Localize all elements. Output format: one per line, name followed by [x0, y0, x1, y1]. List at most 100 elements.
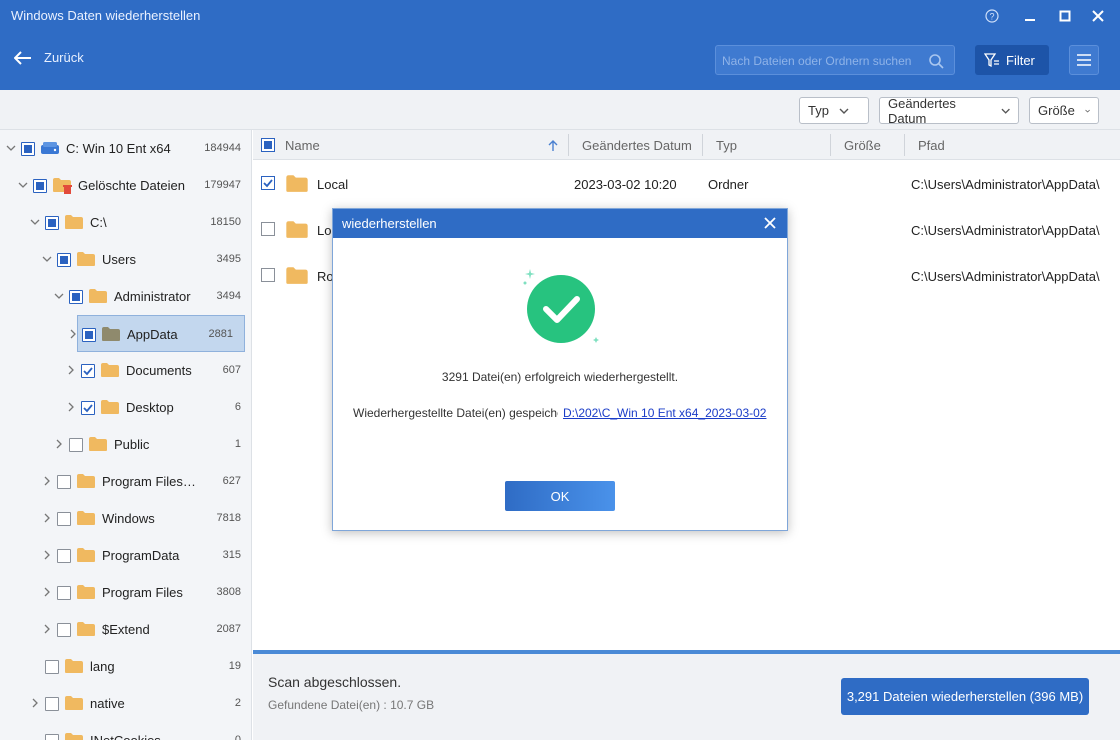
tree-item[interactable]: Windows 7818: [0, 500, 251, 537]
menu-button[interactable]: [1069, 45, 1099, 75]
type-filter-label: Typ: [808, 103, 829, 118]
title-bar: Windows Daten wiederherstellen ?: [0, 0, 1120, 32]
tree-item[interactable]: $Extend 2087: [0, 611, 251, 648]
chevron-down-icon[interactable]: [18, 180, 28, 190]
tree-checkbox[interactable]: [45, 216, 59, 230]
column-name[interactable]: Name: [285, 138, 320, 153]
column-size[interactable]: Größe: [844, 138, 881, 153]
recovered-path-link[interactable]: D:\202\C_Win 10 Ent x64_2023-03-02: [563, 406, 767, 420]
column-divider: [568, 134, 569, 156]
tree-checkbox[interactable]: [21, 142, 35, 156]
tree-checkbox[interactable]: [82, 328, 96, 342]
tree-item[interactable]: Documents 607: [0, 352, 251, 389]
folder-icon: [64, 214, 84, 230]
tree-item-count: 1: [234, 438, 241, 450]
close-window-icon[interactable]: [1088, 6, 1108, 26]
dialog-message: 3291 Datei(en) erfolgreich wiederhergest…: [441, 370, 679, 384]
chevron-right-icon[interactable]: [42, 476, 52, 486]
chevron-right-icon[interactable]: [66, 365, 76, 375]
tree-checkbox[interactable]: [57, 512, 71, 526]
date-filter-dropdown[interactable]: Geändertes Datum: [879, 96, 1019, 126]
column-date[interactable]: Geändertes Datum: [582, 138, 692, 153]
folder-icon: [88, 436, 108, 452]
ok-button[interactable]: OK: [505, 481, 615, 511]
tree-checkbox[interactable]: [57, 623, 71, 637]
sort-ascending-icon[interactable]: [548, 140, 558, 152]
chevron-down-icon[interactable]: [6, 143, 16, 153]
chevron-right-icon[interactable]: [42, 513, 52, 523]
filter-toolbar: Typ Geändertes Datum Größe: [0, 90, 1120, 130]
type-filter-dropdown[interactable]: Typ: [799, 97, 869, 124]
tree-item[interactable]: C:\ 18150: [0, 204, 251, 241]
tree-checkbox[interactable]: [45, 734, 59, 740]
chevron-down-icon[interactable]: [54, 291, 64, 301]
filter-button[interactable]: Filter: [975, 45, 1049, 75]
chevron-right-icon[interactable]: [66, 402, 76, 412]
folder-icon: [286, 267, 308, 284]
chevron-down-icon[interactable]: [30, 217, 40, 227]
help-icon[interactable]: ?: [982, 6, 1002, 26]
dialog-title: wiederherstellen: [342, 216, 437, 231]
size-filter-label: Größe: [1038, 103, 1075, 118]
tree-item[interactable]: C: Win 10 Ent x64 184944: [0, 130, 251, 167]
column-path[interactable]: Pfad: [918, 138, 945, 153]
tree-checkbox[interactable]: [45, 660, 59, 674]
chevron-right-icon[interactable]: [54, 439, 64, 449]
tree-checkbox[interactable]: [81, 364, 95, 378]
tree-item[interactable]: Administrator 3494: [0, 278, 251, 315]
minimize-icon[interactable]: [1020, 6, 1040, 26]
search-icon[interactable]: [928, 53, 944, 72]
chevron-right-icon[interactable]: [30, 698, 40, 708]
chevron-right-icon[interactable]: [42, 624, 52, 634]
chevron-right-icon[interactable]: [42, 587, 52, 597]
tree-checkbox[interactable]: [81, 401, 95, 415]
search-input[interactable]: [722, 52, 922, 70]
file-type: Ordner: [708, 177, 749, 192]
tree-item[interactable]: AppData 2881: [70, 315, 245, 352]
tree-checkbox[interactable]: [57, 475, 71, 489]
tree-checkbox[interactable]: [69, 438, 83, 452]
found-size: Gefundene Datei(en) : 10.7 GB: [268, 698, 435, 712]
row-checkbox[interactable]: [261, 222, 275, 236]
tree-checkbox[interactable]: [57, 253, 71, 267]
tree-item-label: AppData: [127, 327, 178, 342]
tree-item-label: lang: [90, 659, 115, 674]
status-footer: Scan abgeschlossen. Gefundene Datei(en) …: [253, 650, 1120, 740]
column-type[interactable]: Typ: [716, 138, 737, 153]
select-all-checkbox[interactable]: [261, 138, 275, 152]
tree-item-count: 18150: [210, 216, 241, 228]
tree-checkbox[interactable]: [57, 586, 71, 600]
tree-checkbox[interactable]: [33, 179, 47, 193]
tree-checkbox[interactable]: [69, 290, 83, 304]
tree-item-label: C:\: [90, 215, 107, 230]
tree-checkbox[interactable]: [45, 697, 59, 711]
tree-item[interactable]: ProgramData 315: [0, 537, 251, 574]
tree-item-count: 2881: [208, 328, 233, 340]
chevron-down-icon[interactable]: [42, 254, 52, 264]
tree-item[interactable]: Program Files… 627: [0, 463, 251, 500]
file-row[interactable]: Local 2023-03-02 10:20 Ordner C:\Users\Admi…: [253, 160, 1120, 206]
tree-item[interactable]: lang 19: [0, 648, 251, 685]
filter-icon: [984, 53, 999, 68]
chevron-right-icon[interactable]: [42, 550, 52, 560]
tree-item[interactable]: INetCookies 0: [0, 722, 251, 740]
success-check-icon: [523, 269, 599, 343]
tree-item[interactable]: Desktop 6: [0, 389, 251, 426]
tree-item-label: Administrator: [114, 289, 191, 304]
tree-checkbox[interactable]: [57, 549, 71, 563]
recover-files-button[interactable]: 3,291 Dateien wiederherstellen (396 MB): [841, 678, 1089, 715]
search-box: [715, 45, 955, 75]
back-button[interactable]: Zurück: [14, 50, 84, 65]
size-filter-dropdown[interactable]: Größe: [1029, 97, 1099, 124]
tree-item[interactable]: Public 1: [0, 426, 251, 463]
folder-icon: [76, 621, 96, 637]
maximize-icon[interactable]: [1055, 6, 1075, 26]
chevron-right-icon[interactable]: [68, 329, 78, 339]
row-checkbox[interactable]: [261, 268, 275, 282]
tree-item[interactable]: Gelöschte Dateien 179947: [0, 167, 251, 204]
tree-item[interactable]: native 2: [0, 685, 251, 722]
tree-item[interactable]: Program Files 3808: [0, 574, 251, 611]
row-checkbox[interactable]: [261, 176, 275, 190]
close-icon[interactable]: [761, 214, 779, 232]
tree-item[interactable]: Users 3495: [0, 241, 251, 278]
